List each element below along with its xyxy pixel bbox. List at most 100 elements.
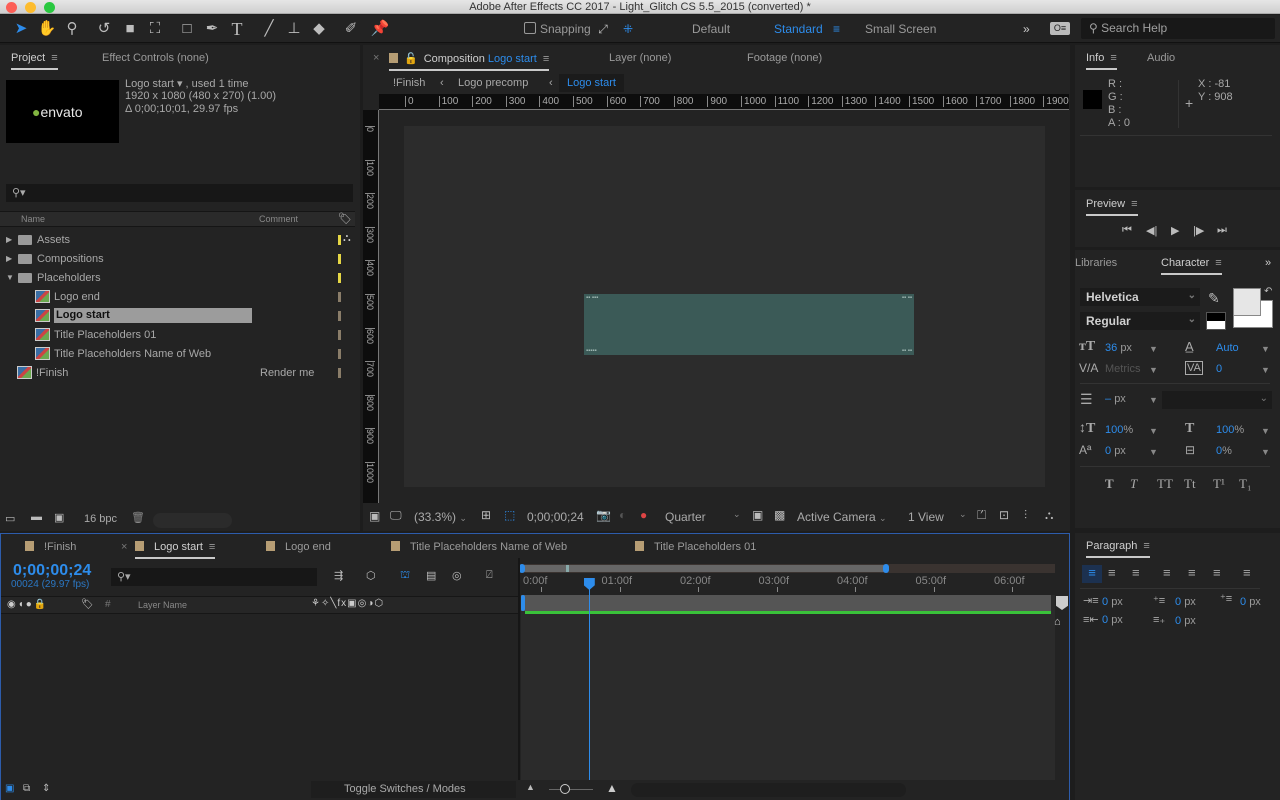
align-left-button[interactable]: ≡ [1082,565,1102,583]
panel-menu-icon[interactable]: ≡ [209,541,215,553]
brush-tool-icon[interactable]: ╱ [258,18,280,40]
dropdown-arrow-icon[interactable]: ▼ [1149,344,1158,354]
workspace-small-screen[interactable]: Small Screen [865,22,936,36]
project-search-input[interactable]: ⚲▾ [6,184,353,202]
first-frame-icon[interactable]: ⏮ [1122,224,1132,237]
type-tool-icon[interactable]: T [226,18,248,40]
snapshot-icon[interactable]: 📷 [596,508,611,522]
indent-right-value[interactable]: 0 px [1102,614,1123,626]
timeline-search-input[interactable]: ⚲▾ [111,568,317,586]
project-item[interactable]: Logo end [0,288,350,307]
close-tab-icon[interactable]: × [373,52,379,64]
dropdown-arrow-icon[interactable]: ▼ [1149,365,1158,375]
indent-first-line-value[interactable]: 0 px [1240,596,1261,608]
collapsed-arrow-icon[interactable]: ▶ [6,254,16,263]
column-name[interactable]: Name [21,214,45,224]
tab-effect-controls[interactable]: Effect Controls (none) [102,52,209,64]
project-item[interactable]: Title Placeholders 01 [0,326,350,345]
always-preview-icon[interactable]: ▣ [369,509,380,523]
camera-view-dropdown[interactable]: Active Camera ⌄ [797,510,887,524]
composition-mini-flowchart-icon[interactable]: ⇶ [334,569,343,582]
space-after-value[interactable]: 0 px [1175,615,1196,627]
dropdown-arrow-icon[interactable]: ▼ [1261,447,1270,457]
fill-color-swatch[interactable] [1233,288,1261,316]
dropdown-arrow-icon[interactable]: ▼ [1261,426,1270,436]
justify-last-center-button[interactable]: ≡ [1188,565,1196,580]
timeline-tab-logo-start[interactable]: Logo start ≡ [135,541,216,559]
thumbnail-slider[interactable] [153,513,232,528]
vertical-scale-value[interactable]: 100% [1105,424,1133,436]
eraser-tool-icon[interactable]: ◆ [308,18,330,40]
tab-libraries[interactable]: Libraries [1075,257,1117,269]
justify-last-right-button[interactable]: ≡ [1213,565,1221,580]
snap-features-icon[interactable]: ⁜ [617,18,639,40]
tab-composition[interactable]: 🔓 Composition Logo start ≡ [389,52,550,71]
label-color-swatch[interactable] [338,254,341,264]
rotate-tool-icon[interactable]: ↺ [93,18,115,40]
zoom-in-icon[interactable]: ▲ [606,781,618,795]
project-item[interactable]: ▼ Placeholders [0,269,350,288]
monitor-icon[interactable]: 🖵 [390,508,402,523]
time-ruler[interactable]: 0:00f 01:00f 02:00f 03:00f 04:00f 05:00f 06:00… [521,534,1055,592]
workspace-default[interactable]: Default [692,22,730,36]
modes-toggle-icon[interactable]: ⧉ [23,783,30,794]
pen-tool-icon[interactable]: ✒ [201,18,223,40]
black-white-swatch[interactable] [1206,312,1226,330]
breadcrumb-finish[interactable]: !Finish [393,77,425,89]
timeline-tab-logo-end[interactable]: Logo end [266,541,331,553]
project-item[interactable]: Title Placeholders Name of Web [0,345,350,364]
tab-layer[interactable]: Layer (none) [609,52,671,64]
horizontal-ruler[interactable]: 0 100 200 300 400 500 600 700 800 900 1000 1100 1200… [379,94,1069,110]
new-composition-icon[interactable]: ▣ [54,511,64,524]
mask-visibility-icon[interactable]: ⬚ [504,508,515,522]
lock-icon[interactable]: 🔓 [404,53,418,65]
breadcrumb-logo-start[interactable]: Logo start [559,74,624,92]
project-item[interactable]: Logo start [0,307,350,326]
font-family-dropdown[interactable]: Helvetica ⌄ [1080,288,1200,306]
subscript-button[interactable]: T₁ [1239,476,1251,492]
timeline-current-time[interactable]: 0;00;00;24 [13,562,91,580]
timeline-icon[interactable]: ⫶ [1024,508,1027,523]
collapsed-arrow-icon[interactable]: ▶ [6,235,16,244]
placeholder-layer-preview[interactable]: ▪▪ ▪▪▪ ▪▪ ▪▪ ▪▪▪▪▪ ▪▪ ▪▪ [584,294,914,355]
previous-frame-icon[interactable]: ◀| [1146,224,1157,237]
stroke-style-dropdown[interactable]: ⌄ [1162,391,1272,409]
roto-brush-tool-icon[interactable]: ✐ [340,18,362,40]
align-right-button[interactable]: ≡ [1132,565,1140,580]
region-of-interest-icon[interactable]: ▣ [752,508,763,522]
interpret-footage-icon[interactable]: ▭ [5,512,15,525]
current-time-display[interactable]: 0;00;00;24 [527,510,584,524]
label-column-icon[interactable]: 🏷 [338,212,352,225]
label-color-swatch[interactable] [338,235,341,245]
workspace-menu-icon[interactable]: ≡ [833,22,840,36]
composition-viewer[interactable]: ▪▪ ▪▪▪ ▪▪ ▪▪ ▪▪▪▪▪ ▪▪ ▪▪ [379,111,1069,503]
switches-header-icons[interactable]: ⚘✧╲fx▣◎◑⬡ [311,598,384,609]
timeline-horizontal-scrollbar[interactable] [631,783,906,797]
flowchart-icon[interactable]: ⛬ [343,232,351,245]
justify-all-button[interactable]: ≡ [1243,565,1251,580]
hand-tool-icon[interactable]: ✋ [36,18,58,40]
font-size-value[interactable]: 36 px [1105,342,1132,354]
kerning-value[interactable]: Metrics [1105,363,1140,375]
expanded-arrow-icon[interactable]: ▼ [6,273,16,282]
stroke-width-value[interactable]: – px [1105,393,1126,405]
tab-project[interactable]: Project ≡ [11,52,58,70]
swap-colors-icon[interactable]: ↶ [1264,286,1272,297]
panel-menu-icon[interactable]: ≡ [1143,540,1149,552]
flowchart-icon[interactable]: ⛬ [1045,508,1053,523]
timeline-track-area[interactable] [521,595,1055,780]
last-frame-icon[interactable]: ⏭ [1217,224,1227,237]
delete-icon[interactable]: 🗑 [131,511,145,524]
resolution-dropdown[interactable]: Quarter [665,510,706,524]
composition-canvas[interactable]: ▪▪ ▪▪▪ ▪▪ ▪▪ ▪▪▪▪▪ ▪▪ ▪▪ [404,126,1045,487]
space-before-value[interactable]: 0 px [1175,596,1196,608]
project-item[interactable]: ▶ Compositions [0,250,350,269]
indent-left-value[interactable]: 0 px [1102,596,1123,608]
rectangle-tool-icon[interactable]: □ [176,18,198,40]
frame-blending-icon[interactable]: ▤ [426,569,436,582]
graph-editor-icon[interactable]: ⍁ [486,569,493,582]
timeline-tab-finish[interactable]: !Finish [25,541,76,553]
panel-menu-icon[interactable]: ≡ [1215,257,1221,269]
horizontal-scale-value[interactable]: 100% [1216,424,1244,436]
camera-tool-icon[interactable]: ■ [119,18,141,40]
